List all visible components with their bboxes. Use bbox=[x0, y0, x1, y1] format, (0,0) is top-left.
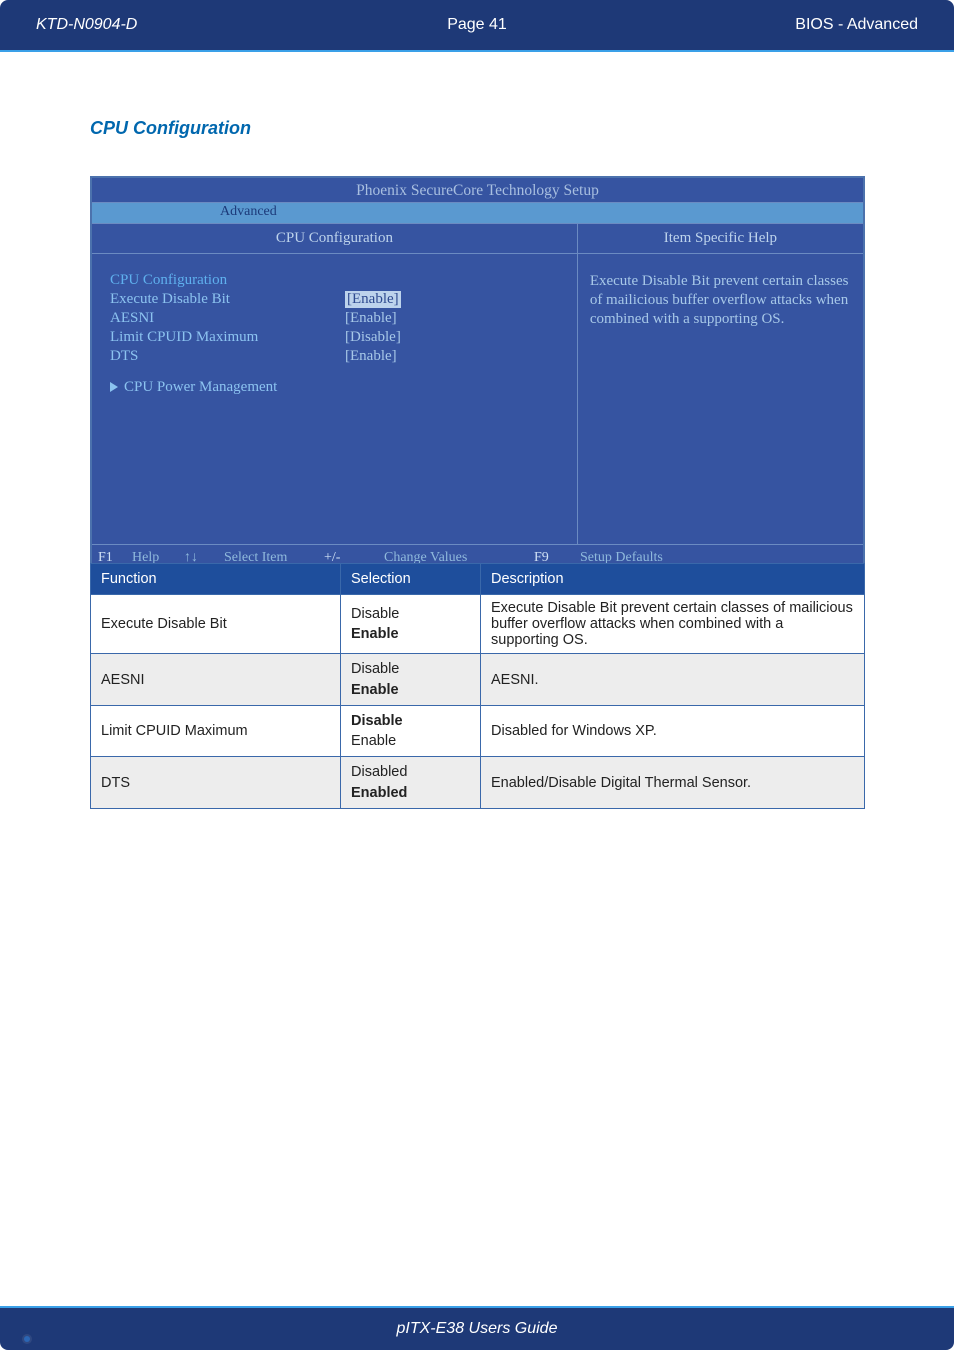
bios-submenu-cpu-power[interactable]: CPU Power Management bbox=[110, 379, 567, 396]
bios-right-title: Item Specific Help bbox=[578, 224, 863, 254]
bios-item-aesni[interactable]: AESNI [Enable] bbox=[110, 310, 567, 327]
options-table-body: Execute Disable BitDisableEnableExecute … bbox=[91, 595, 865, 809]
bios-submenu-label: CPU Power Management bbox=[124, 379, 277, 395]
bios-tab-row: Advanced bbox=[92, 203, 863, 223]
bios-body: CPU Configuration CPU Configuration Exec… bbox=[92, 223, 863, 544]
table-row: Limit CPUID MaximumDisableEnableDisabled… bbox=[91, 705, 865, 757]
bios-left-title: CPU Configuration bbox=[92, 224, 577, 254]
table-row: Execute Disable BitDisableEnableExecute … bbox=[91, 595, 865, 654]
page-footer: pITX-E38 Users Guide bbox=[0, 1306, 954, 1350]
bios-item-label: CPU Configuration bbox=[110, 272, 345, 289]
cell-description: Disabled for Windows XP. bbox=[481, 705, 865, 757]
page-header: KTD-N0904-D Page 41 BIOS - Advanced bbox=[0, 0, 954, 52]
cell-description: Enabled/Disable Digital Thermal Sensor. bbox=[481, 757, 865, 809]
options-table-head: Function Selection Description bbox=[91, 564, 865, 595]
th-function: Function bbox=[91, 564, 341, 595]
cell-function: DTS bbox=[91, 757, 341, 809]
cell-function: Limit CPUID Maximum bbox=[91, 705, 341, 757]
bios-right-panel: Item Specific Help Execute Disable Bit p… bbox=[578, 224, 863, 544]
bios-left-content: CPU Configuration Execute Disable Bit [E… bbox=[92, 254, 577, 544]
section-heading: CPU Configuration bbox=[90, 118, 251, 139]
cell-selection: DisabledEnabled bbox=[341, 757, 481, 809]
th-description: Description bbox=[481, 564, 865, 595]
cell-description: AESNI. bbox=[481, 654, 865, 706]
table-row: AESNIDisableEnableAESNI. bbox=[91, 654, 865, 706]
bios-item-value: [Enable] bbox=[345, 348, 397, 365]
bios-setup-title: Phoenix SecureCore Technology Setup bbox=[92, 178, 863, 203]
selection-option: Disabled bbox=[351, 762, 470, 782]
cell-selection: DisableEnable bbox=[341, 595, 481, 654]
cell-description: Execute Disable Bit prevent certain clas… bbox=[481, 595, 865, 654]
bios-item-value: [Enable] bbox=[345, 310, 397, 327]
bios-item-title: CPU Configuration bbox=[110, 272, 567, 289]
bios-item-value: [Disable] bbox=[345, 329, 401, 346]
section-path: BIOS - Advanced bbox=[624, 16, 918, 34]
bios-item-dts[interactable]: DTS [Enable] bbox=[110, 348, 567, 365]
selection-option: Enable bbox=[351, 624, 470, 644]
bios-item-label: Limit CPUID Maximum bbox=[110, 329, 345, 346]
bios-help-text: Execute Disable Bit prevent certain clas… bbox=[578, 254, 863, 346]
footer-text: pITX-E38 Users Guide bbox=[397, 1320, 558, 1338]
options-table: Function Selection Description Execute D… bbox=[90, 563, 865, 809]
table-row: DTSDisabledEnabledEnabled/Disable Digita… bbox=[91, 757, 865, 809]
submenu-triangle-icon bbox=[110, 382, 118, 392]
selection-option: Disable bbox=[351, 659, 470, 679]
bios-setup-panel: Phoenix SecureCore Technology Setup Adva… bbox=[90, 176, 865, 595]
bios-item-label: DTS bbox=[110, 348, 345, 365]
cell-selection: DisableEnable bbox=[341, 654, 481, 706]
selection-option: Enabled bbox=[351, 783, 470, 803]
selection-option: Enable bbox=[351, 680, 470, 700]
bios-item-value-selected[interactable]: [Enable] bbox=[345, 291, 401, 308]
cell-function: Execute Disable Bit bbox=[91, 595, 341, 654]
selection-option: Enable bbox=[351, 731, 470, 751]
bios-tab-advanced[interactable]: Advanced bbox=[208, 203, 289, 221]
selection-option: Disable bbox=[351, 711, 470, 731]
cell-selection: DisableEnable bbox=[341, 705, 481, 757]
cell-function: AESNI bbox=[91, 654, 341, 706]
bios-item-execute-disable-bit[interactable]: Execute Disable Bit [Enable] bbox=[110, 291, 567, 308]
bios-item-limit-cpuid[interactable]: Limit CPUID Maximum [Disable] bbox=[110, 329, 567, 346]
page-number: Page 41 bbox=[330, 16, 624, 34]
bios-left-panel: CPU Configuration CPU Configuration Exec… bbox=[92, 224, 578, 544]
selection-option: Disable bbox=[351, 604, 470, 624]
doc-id: KTD-N0904-D bbox=[36, 16, 330, 34]
th-selection: Selection bbox=[341, 564, 481, 595]
bios-item-label: AESNI bbox=[110, 310, 345, 327]
bios-item-label: Execute Disable Bit bbox=[110, 291, 345, 308]
